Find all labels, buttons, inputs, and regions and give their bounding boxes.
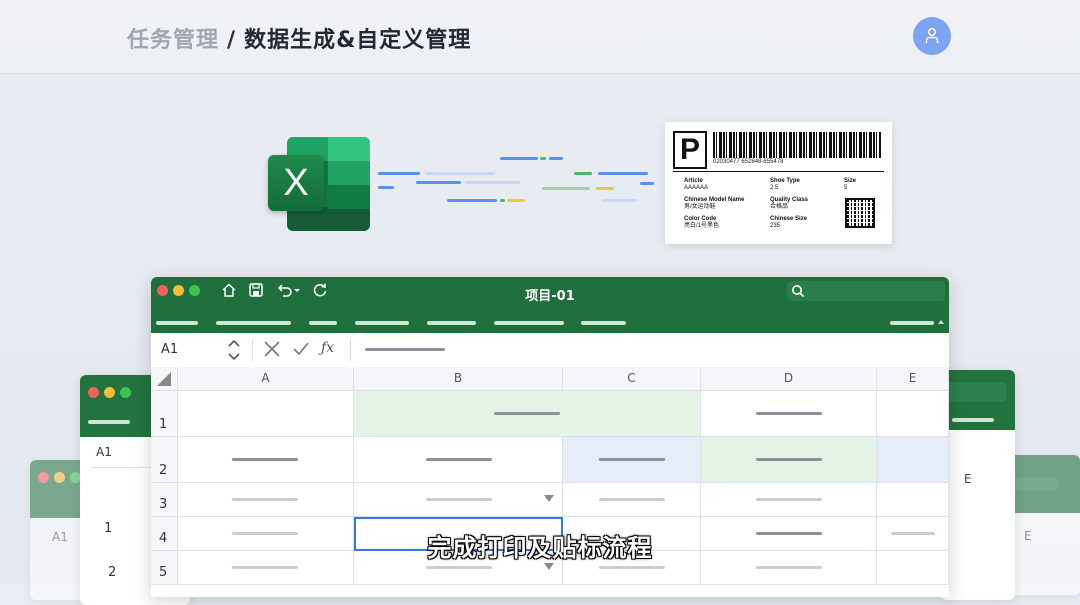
column-header-e[interactable]: E <box>877 367 949 391</box>
left-cell-ref: A1 <box>96 445 112 459</box>
collapse-ribbon-icon[interactable] <box>937 318 945 326</box>
barcode-number: 02030477 652848-655478 <box>713 159 784 165</box>
cell-b2[interactable] <box>354 437 563 483</box>
ribbon-tab-1[interactable] <box>156 321 198 325</box>
row-header-2[interactable]: 2 <box>151 437 178 483</box>
cell-e2[interactable] <box>877 437 949 483</box>
ribbon-tab-2[interactable] <box>216 321 291 325</box>
shipping-label: P 02030477 652848-655478 Article AAAAAA S… <box>665 122 892 244</box>
video-subtitle: 完成打印及贴标流程 <box>427 534 653 562</box>
ribbon-tab-7[interactable] <box>581 321 626 325</box>
qr-code-icon <box>845 198 875 228</box>
ribbon-tab-8[interactable] <box>890 321 934 325</box>
cell-d2[interactable] <box>701 437 877 483</box>
name-box-stepper-icon[interactable] <box>227 339 241 361</box>
cell-a1[interactable] <box>178 391 354 437</box>
right-col-e: E <box>964 472 972 486</box>
search-icon <box>792 285 805 298</box>
label-field-article: Article AAAAAA <box>684 178 709 191</box>
breadcrumb: 任务管理 / 数据生成&自定义管理 <box>127 22 471 54</box>
cell-c3[interactable] <box>563 483 701 517</box>
ribbon-tab-5[interactable] <box>427 321 476 325</box>
name-box[interactable]: A1 <box>161 342 178 357</box>
label-field-size: Size 5 <box>844 178 857 191</box>
column-header-d[interactable]: D <box>701 367 877 391</box>
column-header-b[interactable]: B <box>354 367 563 391</box>
cell-c2[interactable] <box>563 437 701 483</box>
cell-a2[interactable] <box>178 437 354 483</box>
cell-e3[interactable] <box>877 483 949 517</box>
dropdown-arrow-icon[interactable] <box>544 563 554 571</box>
column-header-a[interactable]: A <box>178 367 354 391</box>
select-all-corner[interactable] <box>151 367 178 391</box>
cell-e1[interactable] <box>877 391 949 437</box>
back-window-right: E <box>940 370 1015 600</box>
label-field-color-code: Color Code 亮白/1号黑色 <box>684 216 720 229</box>
row-header-1[interactable]: 1 <box>151 391 178 437</box>
row-header-3[interactable]: 3 <box>151 483 178 517</box>
cell-d3[interactable] <box>701 483 877 517</box>
label-field-shoe-type: Shoe Type 2.5 <box>770 178 800 191</box>
left-row-2: 2 <box>108 565 117 580</box>
breadcrumb-separator: / <box>227 28 237 53</box>
top-bar: 任务管理 / 数据生成&自定义管理 <box>0 0 1080 74</box>
excel-logo-icon: X <box>268 137 370 231</box>
cancel-icon[interactable] <box>263 340 281 358</box>
label-field-quality: Quality Class 合格品 <box>770 197 809 210</box>
breadcrumb-current: 数据生成&自定义管理 <box>244 28 472 53</box>
ribbon-tab-6[interactable] <box>494 321 564 325</box>
search-box[interactable] <box>787 281 945 301</box>
formula-bar: A1 ƒx <box>151 333 949 368</box>
user-icon <box>925 27 939 43</box>
ribbon-tab-4[interactable] <box>355 321 409 325</box>
formula-input[interactable] <box>365 348 445 351</box>
dropdown-arrow-icon[interactable] <box>544 495 554 503</box>
label-field-chinese-size: Chinese Size 235 <box>770 216 808 229</box>
confirm-icon[interactable] <box>292 340 310 358</box>
label-field-model-name: Chinese Model Name 男/女运动鞋 <box>684 197 745 210</box>
user-avatar[interactable] <box>913 17 951 55</box>
cell-a3[interactable] <box>178 483 354 517</box>
cell-b3[interactable] <box>354 483 563 517</box>
cell-b1-merged[interactable] <box>354 391 701 437</box>
window-titlebar: 项目-01 <box>151 277 949 333</box>
column-header-c[interactable]: C <box>563 367 701 391</box>
label-letter: P <box>673 131 707 169</box>
barcode-icon <box>713 132 881 158</box>
cell-d1[interactable] <box>701 391 877 437</box>
breadcrumb-parent[interactable]: 任务管理 <box>127 28 219 53</box>
label-divider <box>673 171 884 172</box>
ribbon-tab-3[interactable] <box>309 321 337 325</box>
function-icon[interactable]: ƒx <box>321 340 334 356</box>
